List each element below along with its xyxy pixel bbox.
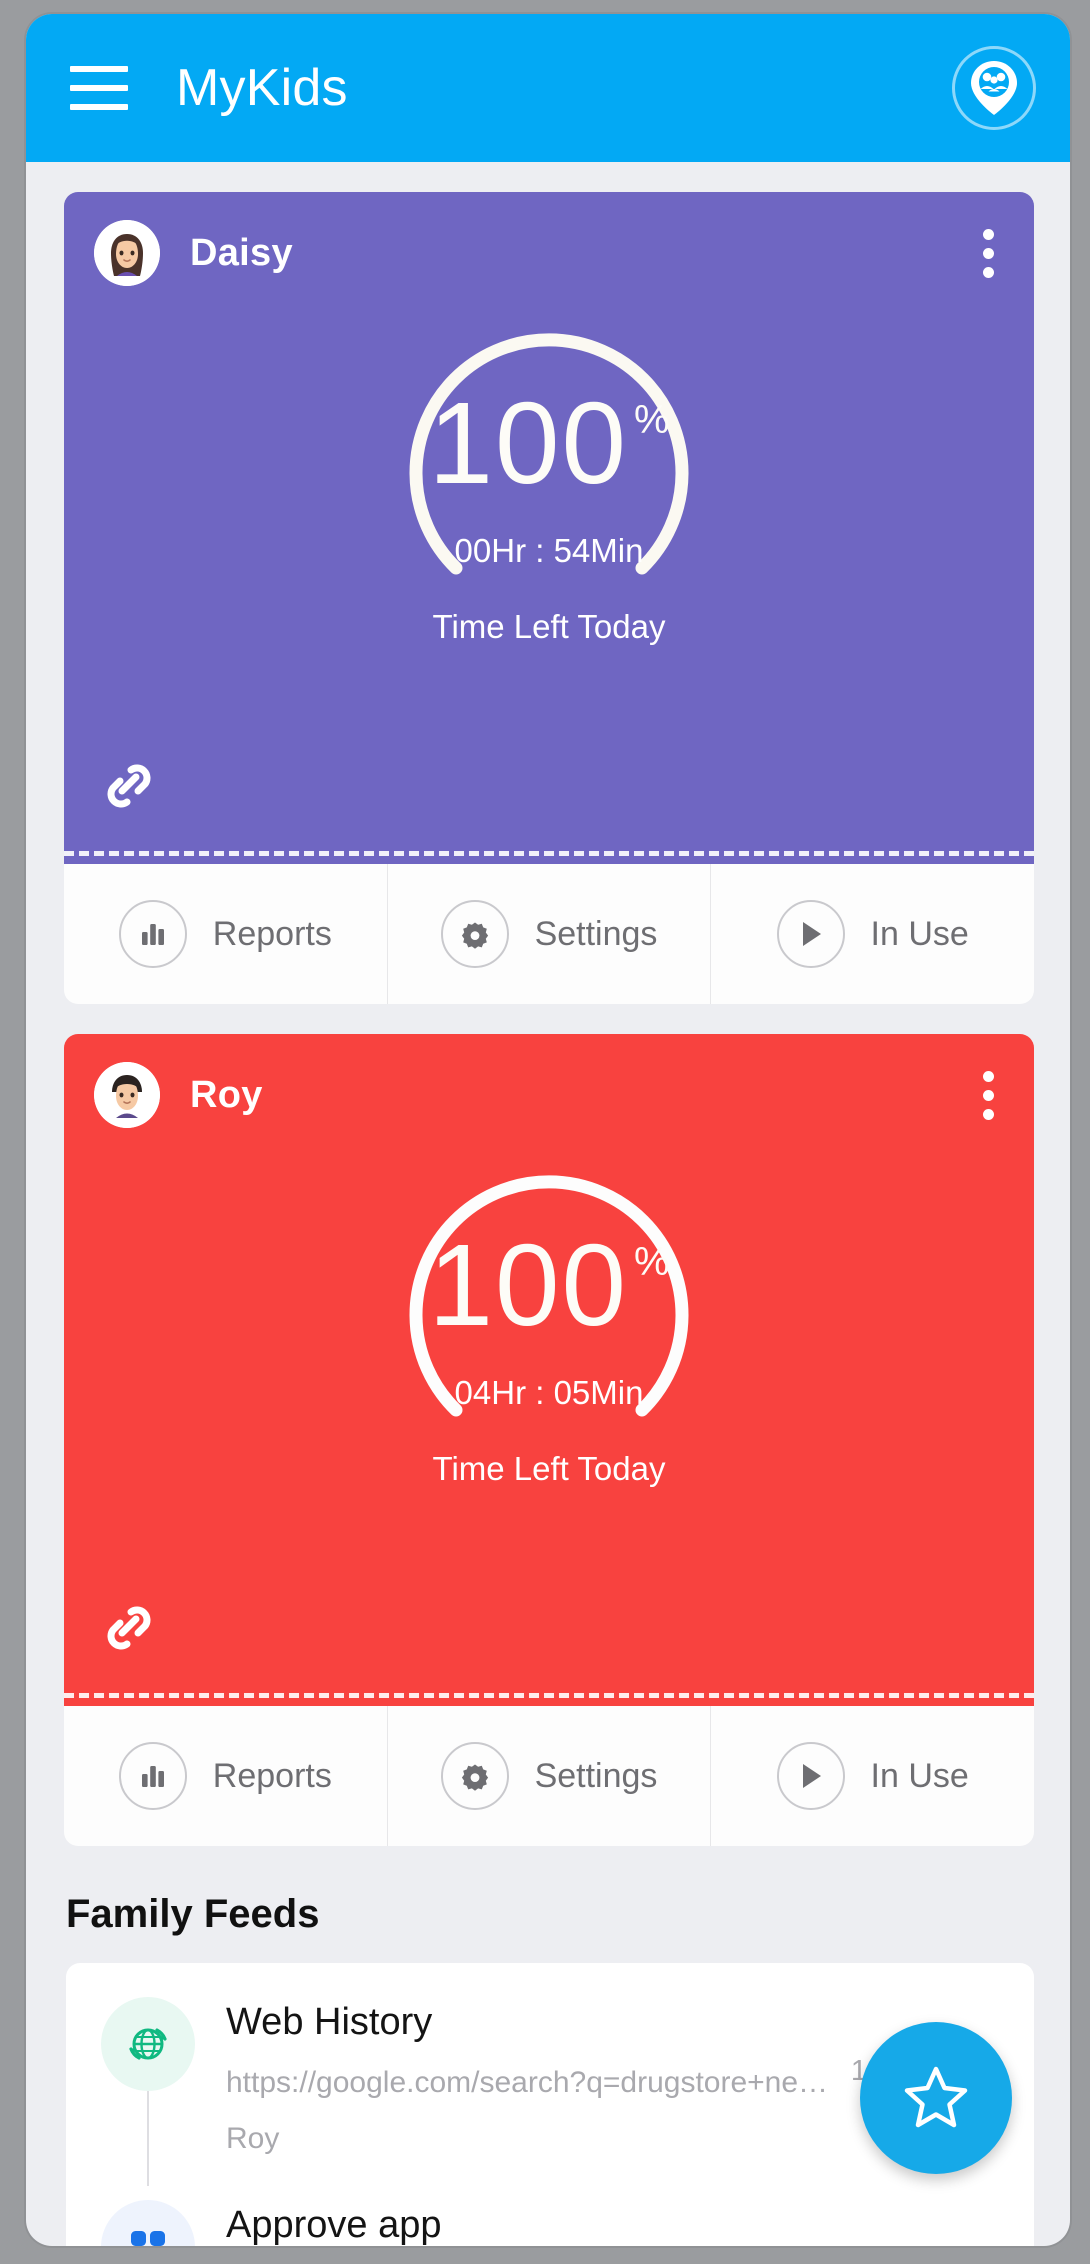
time-left-caption: Time Left Today — [432, 608, 666, 645]
globe-icon — [101, 1997, 195, 2091]
kid-actions-daisy: Reports Settings In Use — [64, 864, 1034, 1004]
kid-card-roy[interactable]: Roy 100 % 04Hr : 05Min Time Left Today — [64, 1034, 1034, 1706]
bar-chart-icon — [118, 1742, 187, 1810]
scroll-content[interactable]: Daisy 100 % 00Hr : 54Min Time Left Today… — [26, 162, 1070, 2246]
time-left-value: 04Hr : 05Min — [454, 1374, 644, 1412]
kid-card-header: Roy — [64, 1062, 1034, 1128]
feed-title: Approve app — [226, 2204, 442, 2246]
action-label: Reports — [212, 914, 332, 953]
feed-subtitle: https://google.com/search?q=drugstore+ne… — [226, 2066, 829, 2099]
percent-row: 100 % — [428, 1220, 670, 1350]
time-left-value: 00Hr : 54Min — [454, 532, 644, 570]
action-reports[interactable]: Reports — [64, 1706, 387, 1846]
more-vertical-icon[interactable] — [977, 223, 1000, 284]
list-item[interactable]: Approve app Instagram Lite · Roy 16h 1 — [96, 2200, 1004, 2246]
timeline-connector — [147, 2091, 149, 2186]
hamburger-menu-icon[interactable] — [70, 66, 128, 110]
feed-title: Web History — [226, 2001, 433, 2043]
feed-owner: Roy — [226, 2122, 280, 2155]
kid-name: Daisy — [190, 231, 293, 274]
time-left-caption: Time Left Today — [432, 1450, 666, 1487]
action-reports[interactable]: Reports — [64, 864, 387, 1004]
feed-content: Web History https://google.com/search?q=… — [200, 1997, 841, 2156]
gear-icon — [440, 1742, 509, 1810]
kid-block-roy: Roy 100 % 04Hr : 05Min Time Left Today R… — [64, 1034, 1034, 1846]
feed-icon-column — [96, 2200, 200, 2246]
feed-timestamp: 16h 1 — [921, 2200, 1004, 2246]
kid-name: Roy — [190, 1073, 263, 1116]
chain-link-icon[interactable] — [98, 1599, 160, 1662]
percent-sign: % — [633, 1240, 670, 1284]
kid-card-daisy[interactable]: Daisy 100 % 00Hr : 54Min Time Left Today — [64, 192, 1034, 864]
action-settings[interactable]: Settings — [386, 1706, 711, 1846]
bar-chart-icon — [118, 900, 187, 968]
phone-device-frame: MyKids Daisy 100 % 00Hr: 54Min Time Lef… — [0, 0, 1090, 2264]
percent-value: 100 — [428, 378, 628, 508]
action-label: Settings — [534, 1756, 658, 1795]
kid-actions-roy: Reports Settings In Use — [64, 1706, 1034, 1846]
action-label: Reports — [212, 1756, 332, 1795]
card-dashed-separator — [64, 1693, 1034, 1698]
feed-icon-column — [96, 1997, 200, 2186]
app-bar: MyKids — [26, 14, 1070, 162]
family-feeds-heading: Family Feeds — [66, 1892, 320, 1936]
chain-link-icon[interactable] — [98, 757, 160, 820]
play-icon — [776, 900, 845, 968]
action-settings[interactable]: Settings — [386, 864, 711, 1004]
percent-value: 100 — [428, 1220, 628, 1350]
gauge-readout: 100 % 04Hr : 05Min — [64, 1220, 1034, 1412]
app-screen: MyKids Daisy 100 % 00Hr: 54Min Time Lef… — [26, 14, 1070, 2246]
apps-approve-icon — [101, 2200, 195, 2246]
avatar — [94, 220, 160, 286]
percent-sign: % — [633, 398, 670, 442]
card-dashed-separator — [64, 851, 1034, 856]
action-label: In Use — [870, 914, 969, 953]
feed-content: Approve app Instagram Lite · Roy — [200, 2200, 921, 2246]
avatar — [94, 1062, 160, 1128]
action-in-use[interactable]: In Use — [710, 864, 1034, 1004]
time-gauge-roy: 100 % 04Hr : 05Min Time Left Today — [64, 1134, 1034, 1514]
percent-row: 100 % — [428, 378, 670, 508]
favorites-fab-button[interactable] — [860, 2022, 1012, 2174]
gauge-readout: 100 % 00Hr : 54Min — [64, 378, 1034, 570]
family-location-pin-icon[interactable] — [952, 46, 1036, 130]
action-label: In Use — [870, 1756, 969, 1795]
action-label: Settings — [534, 914, 658, 953]
kid-card-header: Daisy — [64, 220, 1034, 286]
time-gauge-daisy: 100 % 00Hr : 54Min Time Left Today — [64, 292, 1034, 672]
more-vertical-icon[interactable] — [977, 1065, 1000, 1126]
kid-block-daisy: Daisy 100 % 00Hr : 54Min Time Left Today… — [64, 192, 1034, 1004]
gear-icon — [440, 900, 509, 968]
play-icon — [776, 1742, 845, 1810]
app-title: MyKids — [176, 59, 348, 117]
action-in-use[interactable]: In Use — [710, 1706, 1034, 1846]
